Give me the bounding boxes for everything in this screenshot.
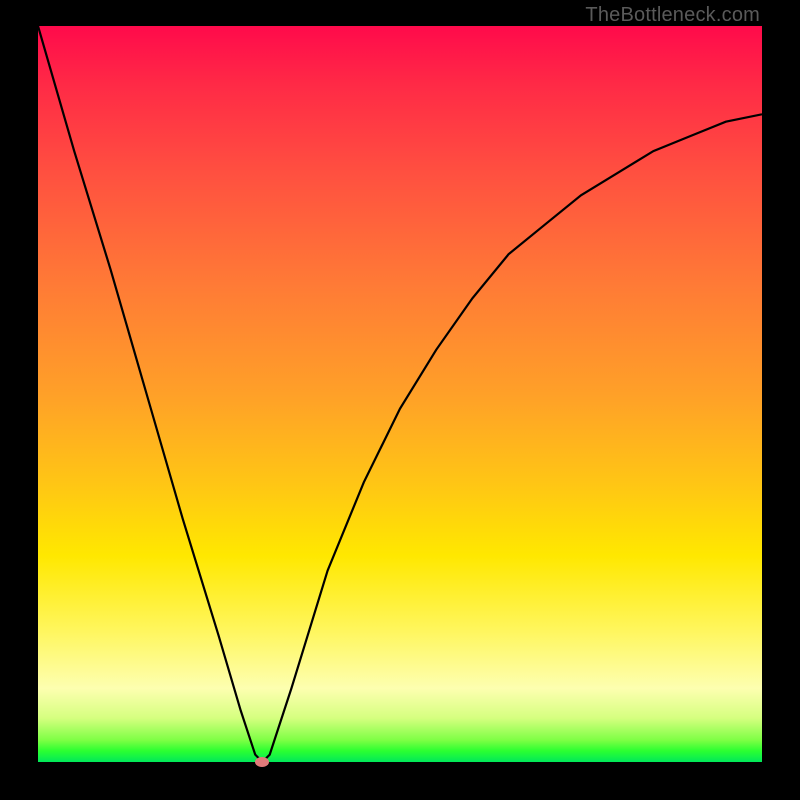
curve-path [38,26,762,762]
minimum-marker [255,757,269,767]
watermark-text: TheBottleneck.com [585,4,760,27]
curve-svg [38,26,762,762]
chart-frame: TheBottleneck.com [0,0,800,800]
plot-area [38,26,762,762]
